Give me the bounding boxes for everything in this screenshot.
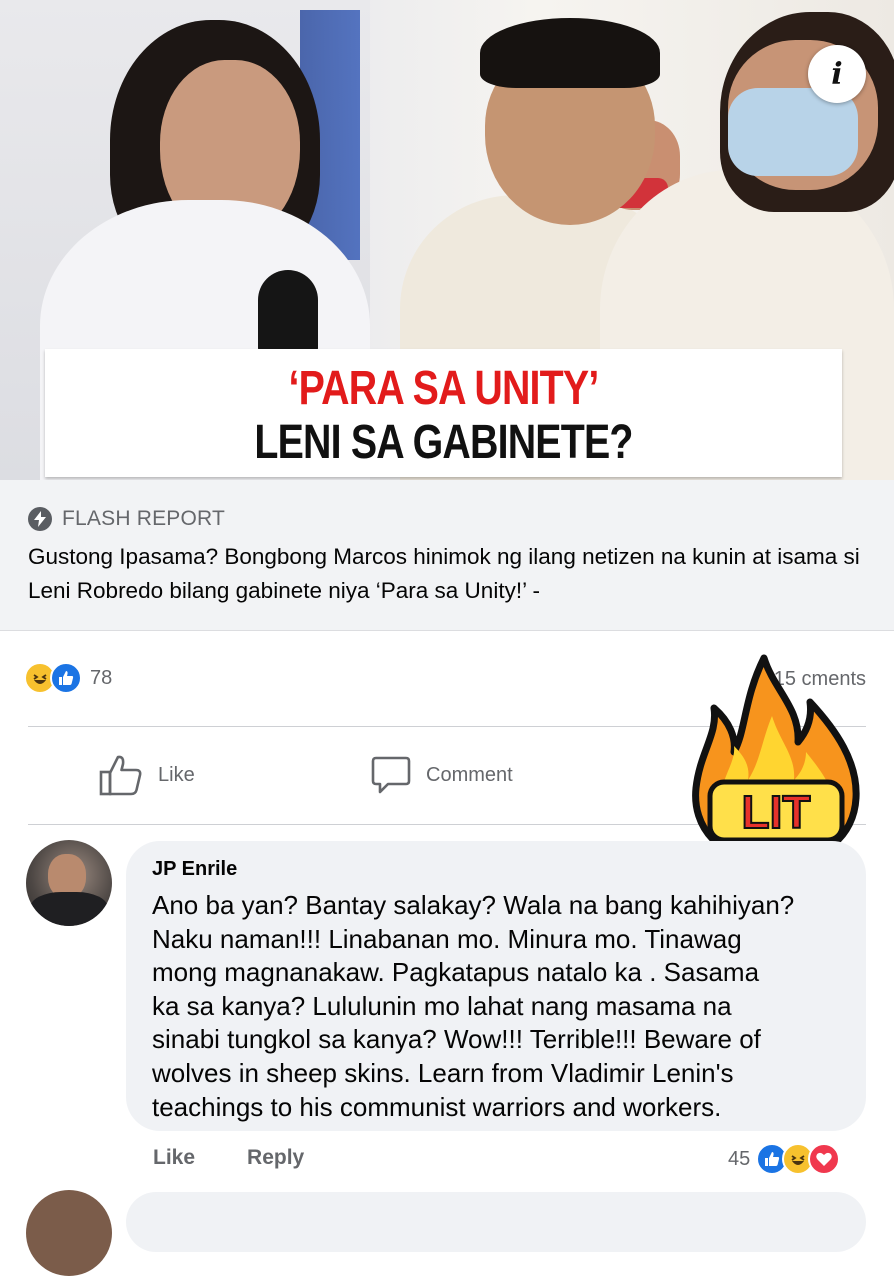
like-icon: [50, 662, 82, 694]
speech-bubble-icon: [371, 756, 411, 794]
comment-bubble[interactable]: JP Enrile Ano ba yan? Bantay salakay? Wa…: [126, 841, 866, 1131]
headline-line-1: ‘PARA SA UNITY’: [288, 362, 600, 415]
comment-author[interactable]: JP Enrile: [152, 858, 237, 881]
link-title[interactable]: Gustong Ipasama? Bongbong Marcos hinimok…: [28, 540, 868, 608]
next-comment-avatar[interactable]: [26, 1190, 112, 1276]
comment-button-label: Comment: [426, 763, 513, 786]
comment-actions: Like Reply: [153, 1146, 356, 1170]
avatar[interactable]: [26, 840, 112, 926]
sticker-label: LIT: [742, 786, 811, 838]
comment-text: Ano ba yan? Bantay salakay? Wala na bang…: [152, 890, 795, 1122]
headline-line-2: LENI SA GABINETE?: [254, 416, 633, 469]
love-icon: [808, 1143, 841, 1175]
comment-like-button[interactable]: Like: [153, 1146, 195, 1170]
comment-reactions[interactable]: 45: [728, 1143, 841, 1175]
like-button[interactable]: Like: [98, 745, 195, 805]
reaction-summary[interactable]: 78: [24, 662, 112, 694]
microphone: [258, 270, 318, 360]
avatar-suit: [30, 892, 108, 926]
like-button-label: Like: [158, 763, 195, 786]
comment-reaction-count: 45: [728, 1147, 751, 1170]
article-image[interactable]: i ‘PARA SA UNITY’ LENI SA GABINETE?: [0, 0, 894, 480]
headline-banner: ‘PARA SA UNITY’ LENI SA GABINETE?: [45, 349, 842, 477]
next-comment-bubble[interactable]: [126, 1192, 866, 1252]
source-label: FLASH REPORT: [62, 507, 226, 530]
reaction-count: 78: [90, 666, 113, 689]
info-icon[interactable]: i: [808, 45, 866, 103]
lit-flame-sticker: LIT: [692, 654, 860, 866]
comment-reply-button[interactable]: Reply: [247, 1146, 304, 1170]
lightning-bolt-icon: [28, 507, 52, 531]
thumbs-up-icon: [99, 755, 142, 796]
photo-detail: [480, 18, 660, 88]
comment-button[interactable]: Comment: [370, 745, 513, 805]
link-source: FLASH REPORT: [28, 507, 225, 531]
